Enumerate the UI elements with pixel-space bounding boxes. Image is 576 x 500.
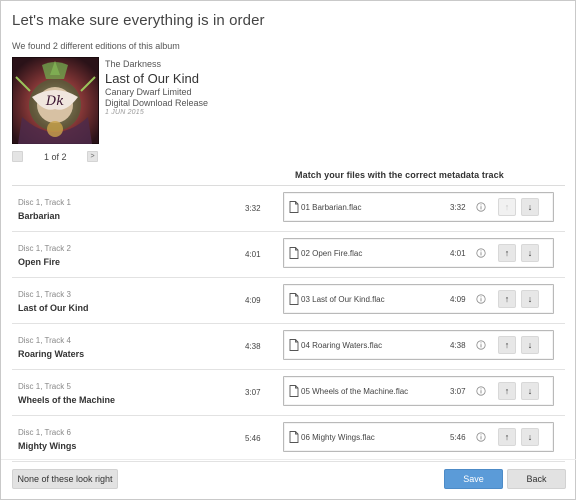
move-up-button[interactable]: ↑ <box>498 290 516 308</box>
track-name: Open Fire <box>18 257 61 267</box>
track-name: Mighty Wings <box>18 441 77 451</box>
divider <box>1 459 576 460</box>
page-title: Let's make sure everything is in order <box>12 12 265 29</box>
arrow-down-icon: ↓ <box>527 202 533 212</box>
save-button[interactable]: Save <box>444 469 503 489</box>
track-disc-label: Disc 1, Track 1 <box>18 198 71 207</box>
track-duration: 3:07 <box>245 388 261 397</box>
file-icon <box>289 431 299 443</box>
track-duration: 4:38 <box>245 342 261 351</box>
file-match-box[interactable]: 02 Open Fire.flac 4:01 ↑ ↓ <box>283 238 554 268</box>
dialog-window: Let's make sure everything is in order W… <box>0 0 576 500</box>
move-up-button[interactable]: ↑ <box>498 336 516 354</box>
move-down-button[interactable]: ↓ <box>521 290 539 308</box>
track-disc-label: Disc 1, Track 2 <box>18 244 71 253</box>
track-row: Disc 1, Track 5 Wheels of the Machine 3:07… <box>12 370 565 416</box>
file-duration: 3:07 <box>450 387 466 396</box>
file-duration: 5:46 <box>450 433 466 442</box>
track-name: Wheels of the Machine <box>18 395 116 405</box>
file-match-box[interactable]: 04 Roaring Waters.flac 4:38 ↑ ↓ <box>283 330 554 360</box>
file-match-box[interactable]: 03 Last of Our Kind.flac 4:09 ↑ ↓ <box>283 284 554 314</box>
track-disc-label: Disc 1, Track 3 <box>18 290 71 299</box>
file-name: 01 Barbarian.flac <box>301 203 362 212</box>
album-artist: The Darkness <box>105 59 162 69</box>
move-up-button[interactable]: ↑ <box>498 428 516 446</box>
info-icon[interactable] <box>476 340 486 350</box>
track-duration: 4:01 <box>245 250 261 259</box>
next-edition-button[interactable]: > <box>87 151 98 162</box>
editions-subtitle: We found 2 different editions of this al… <box>12 41 180 51</box>
file-name: 02 Open Fire.flac <box>301 249 363 258</box>
arrow-down-icon: ↓ <box>527 432 533 442</box>
file-name: 06 Mighty Wings.flac <box>301 433 375 442</box>
track-disc-label: Disc 1, Track 5 <box>18 382 71 391</box>
chevron-right-icon: > <box>90 153 95 160</box>
move-up-button[interactable]: ↑ <box>498 244 516 262</box>
arrow-up-icon: ↑ <box>504 294 510 304</box>
file-icon <box>289 247 299 259</box>
track-row: Disc 1, Track 3 Last of Our Kind 4:09 03 La… <box>12 278 565 324</box>
arrow-up-icon: ↑ <box>504 340 510 350</box>
move-down-button[interactable]: ↓ <box>521 382 539 400</box>
file-name: 03 Last of Our Kind.flac <box>301 295 385 304</box>
track-duration: 4:09 <box>245 296 261 305</box>
move-up-button[interactable]: ↑ <box>498 198 516 216</box>
track-row: Disc 1, Track 1 Barbarian 3:32 01 Barbarian… <box>12 186 565 232</box>
track-duration: 5:46 <box>245 434 261 443</box>
file-icon <box>289 385 299 397</box>
album-cover-image: Dk <box>12 57 99 144</box>
previous-edition-button[interactable] <box>12 151 23 162</box>
file-duration: 4:01 <box>450 249 466 258</box>
info-icon[interactable] <box>476 432 486 442</box>
move-down-button[interactable]: ↓ <box>521 244 539 262</box>
back-button[interactable]: Back <box>507 469 566 489</box>
album-release-date: 1 JUN 2015 <box>105 109 144 116</box>
move-down-button[interactable]: ↓ <box>521 198 539 216</box>
arrow-up-icon: ↑ <box>504 248 510 258</box>
track-name: Roaring Waters <box>18 349 85 359</box>
arrow-up-icon: ↑ <box>504 432 510 442</box>
arrow-down-icon: ↓ <box>527 386 533 396</box>
track-row: Disc 1, Track 4 Roaring Waters 4:38 04 Roar… <box>12 324 565 370</box>
arrow-up-icon: ↑ <box>504 386 510 396</box>
info-icon[interactable] <box>476 202 486 212</box>
file-icon <box>289 293 299 305</box>
track-disc-label: Disc 1, Track 4 <box>18 336 71 345</box>
file-match-box[interactable]: 06 Mighty Wings.flac 5:46 ↑ ↓ <box>283 422 554 452</box>
file-match-box[interactable]: 01 Barbarian.flac 3:32 ↑ ↓ <box>283 192 554 222</box>
none-look-right-button[interactable]: None of these look right <box>12 469 118 489</box>
file-name: 05 Wheels of the Machine.flac <box>301 387 409 396</box>
file-match-box[interactable]: 05 Wheels of the Machine.flac 3:07 ↑ ↓ <box>283 376 554 406</box>
match-heading: Match your files with the correct metada… <box>295 170 504 180</box>
album-meta: The Darkness Last of Our Kind Canary Dwa… <box>105 59 208 116</box>
info-icon[interactable] <box>476 294 486 304</box>
move-up-button[interactable]: ↑ <box>498 382 516 400</box>
info-icon[interactable] <box>476 386 486 396</box>
track-row: Disc 1, Track 2 Open Fire 4:01 02 Open Fire… <box>12 232 565 278</box>
track-duration: 3:32 <box>245 204 261 213</box>
file-icon <box>289 339 299 351</box>
arrow-down-icon: ↓ <box>527 248 533 258</box>
info-icon[interactable] <box>476 248 486 258</box>
file-name: 04 Roaring Waters.flac <box>301 341 383 350</box>
svg-text:Dk: Dk <box>45 94 64 109</box>
move-down-button[interactable]: ↓ <box>521 336 539 354</box>
album-release-type: Digital Download Release <box>105 98 209 108</box>
move-down-button[interactable]: ↓ <box>521 428 539 446</box>
file-duration: 4:09 <box>450 295 466 304</box>
track-row: Disc 1, Track 6 Mighty Wings 5:46 06 Mighty… <box>12 416 565 462</box>
arrow-up-icon: ↑ <box>504 202 510 212</box>
file-duration: 3:32 <box>450 203 466 212</box>
file-icon <box>289 201 299 213</box>
arrow-down-icon: ↓ <box>527 340 533 350</box>
file-duration: 4:38 <box>450 341 466 350</box>
album-edition: Canary Dwarf Limited <box>105 87 192 97</box>
track-name: Last of Our Kind <box>18 303 89 313</box>
track-disc-label: Disc 1, Track 6 <box>18 428 71 437</box>
album-title: Last of Our Kind <box>105 71 199 86</box>
track-name: Barbarian <box>18 211 61 221</box>
edition-pager-text: 1 of 2 <box>44 152 67 162</box>
arrow-down-icon: ↓ <box>527 294 533 304</box>
